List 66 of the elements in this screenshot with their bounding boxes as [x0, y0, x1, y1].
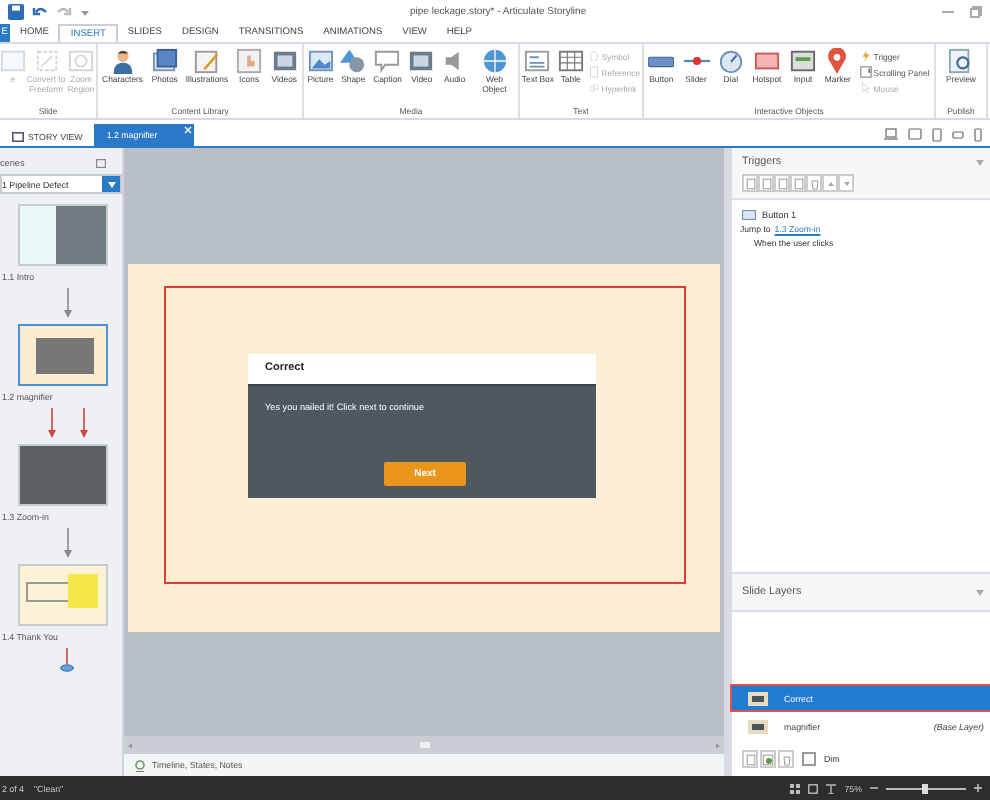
textbox-icon: [524, 48, 551, 74]
up-arrow-icon: [827, 181, 833, 185]
pen-icon: [193, 48, 220, 74]
cursor-icon: [859, 82, 872, 94]
dropdown-caret-icon[interactable]: [80, 7, 90, 17]
film-icon: [408, 48, 435, 74]
link-icon: [587, 82, 600, 94]
restore-icon[interactable]: [970, 6, 982, 18]
caption-icon: [374, 48, 401, 74]
dial-icon: [717, 48, 744, 74]
dim-checkbox[interactable]: [802, 752, 816, 766]
grid-view-icon[interactable]: [790, 783, 801, 793]
doc-icon: [587, 66, 600, 78]
collapse-icon[interactable]: [976, 159, 984, 165]
zoom-out-icon[interactable]: [870, 784, 878, 792]
bolt-icon: [859, 50, 872, 62]
arrow-icon: [63, 288, 71, 318]
globe-icon: [481, 48, 508, 74]
panel-icon: [859, 66, 872, 78]
shape-icon: [340, 48, 367, 74]
move-down-button[interactable]: [838, 174, 854, 192]
new-layer-button[interactable]: [742, 750, 758, 768]
move-up-button[interactable]: [822, 174, 838, 192]
down-arrow-icon: [843, 181, 849, 185]
save-icon[interactable]: [8, 4, 24, 20]
caret-icon: [107, 181, 115, 187]
zoom-slider-thumb[interactable]: [922, 783, 928, 793]
omega-icon: [587, 50, 600, 62]
zoom-in-icon[interactable]: [974, 784, 982, 792]
arrow-icon: [63, 528, 71, 558]
minimize-icon[interactable]: [942, 6, 954, 18]
photo-icon: [151, 48, 178, 74]
end-link-icon: [60, 648, 74, 674]
delete-button[interactable]: [778, 750, 794, 768]
undo-icon[interactable]: [32, 4, 48, 20]
grid-icon: [12, 131, 24, 141]
slide-thumbnail[interactable]: [18, 204, 108, 266]
slide-icon: [0, 48, 26, 74]
marker-icon: [824, 48, 851, 74]
delete-button[interactable]: [806, 174, 822, 192]
presenter-icon[interactable]: [826, 783, 837, 793]
button-object-icon: [742, 210, 756, 220]
input-icon: [790, 48, 817, 74]
preview-icon: [948, 48, 974, 74]
close-icon[interactable]: [184, 126, 193, 134]
window-icon[interactable]: [96, 158, 106, 168]
person-icon: [109, 48, 136, 74]
slide-thumbnail[interactable]: [18, 564, 108, 626]
normal-view-icon[interactable]: [808, 783, 819, 793]
laptop-icon[interactable]: [884, 128, 898, 140]
duplicate-layer-button[interactable]: [760, 750, 776, 768]
horizontal-scrollbar[interactable]: [124, 736, 724, 754]
hand-icon: [236, 48, 263, 74]
zoom-icon: [68, 48, 94, 74]
scroll-thumb[interactable]: [419, 742, 429, 748]
picture-icon: [307, 48, 334, 74]
table-icon: [557, 48, 584, 74]
timeline-icon[interactable]: [134, 759, 146, 771]
slide-thumbnail[interactable]: [18, 324, 108, 386]
hotspot-icon: [753, 48, 780, 74]
film-icon: [271, 48, 298, 74]
slide-thumbnail[interactable]: [18, 444, 108, 506]
collapse-icon[interactable]: [976, 589, 984, 595]
convert-icon: [33, 48, 59, 74]
arrows-icon: [47, 408, 87, 438]
redo-icon[interactable]: [56, 4, 72, 20]
